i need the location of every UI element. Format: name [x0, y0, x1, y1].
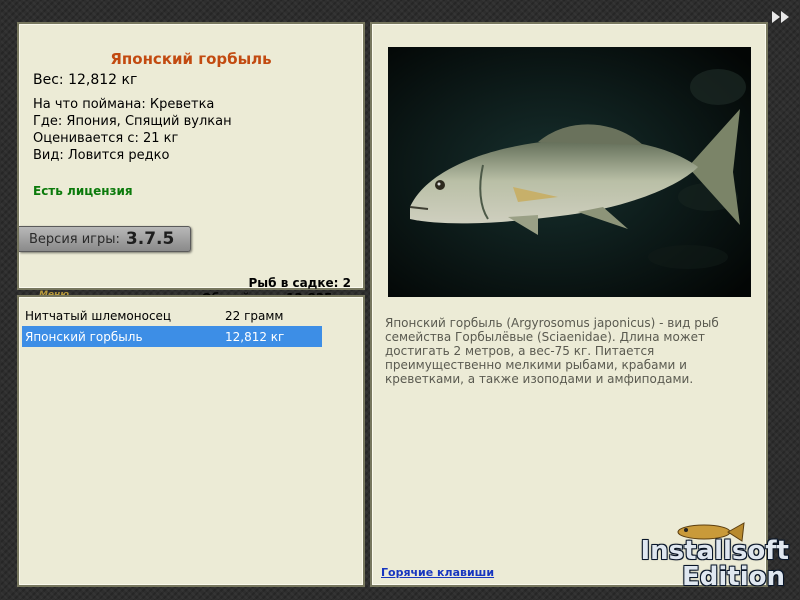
- version-label: Версия игры:: [29, 231, 120, 247]
- fish-info-panel: Японский горбыль Вес: 12,812 кг На что п…: [17, 22, 365, 305]
- fish-properties: На что поймана: Креветка Где: Япония, Сп…: [33, 96, 232, 164]
- fish-list-item-name: Японский горбыль: [25, 329, 143, 344]
- fish-photo-image: [388, 47, 751, 297]
- caught-on-text: На что поймана: Креветка: [33, 97, 215, 112]
- logo-line-2: Edition: [682, 562, 785, 592]
- fast-forward-button[interactable]: [770, 8, 792, 26]
- fish-list-panel: Нитчатый шлемоносец 22 грамм Японский го…: [17, 295, 365, 587]
- fish-list-item[interactable]: Нитчатый шлемоносец 22 грамм: [22, 305, 322, 326]
- installsoft-logo: Installsoft Edition: [640, 520, 795, 595]
- fish-description: Японский горбыль (Argyrosomus japonicus)…: [385, 316, 719, 386]
- fish-detail-panel: Японский горбыль (Argyrosomus japonicus)…: [370, 22, 768, 587]
- fast-forward-icon: [772, 11, 789, 23]
- cage-count: Рыб в садке: 2: [248, 276, 352, 290]
- hotkeys-link[interactable]: Горячие клавиши: [381, 566, 494, 579]
- license-status: Есть лицензия: [33, 184, 133, 198]
- fish-list-item-selected[interactable]: Японский горбыль 12,812 кг: [22, 326, 322, 347]
- fish-list-item-name: Нитчатый шлемоносец: [25, 308, 172, 323]
- fish-list-item-weight: 12,812 кг: [225, 329, 285, 344]
- fish-title: Японский горбыль: [110, 50, 272, 68]
- fish-photo: [388, 47, 751, 297]
- fish-weight: Вес: 12,812 кг: [33, 72, 138, 88]
- rarity-text: Вид: Ловится редко: [33, 148, 170, 163]
- rated-from-text: Оценивается с: 21 кг: [33, 131, 179, 146]
- fish-list: Нитчатый шлемоносец 22 грамм Японский го…: [22, 305, 322, 347]
- fish-list-item-weight: 22 грамм: [225, 308, 284, 323]
- version-value: 3.7.5: [125, 229, 175, 249]
- version-badge: Версия игры: 3.7.5: [19, 226, 191, 252]
- location-text: Где: Япония, Спящий вулкан: [33, 114, 232, 129]
